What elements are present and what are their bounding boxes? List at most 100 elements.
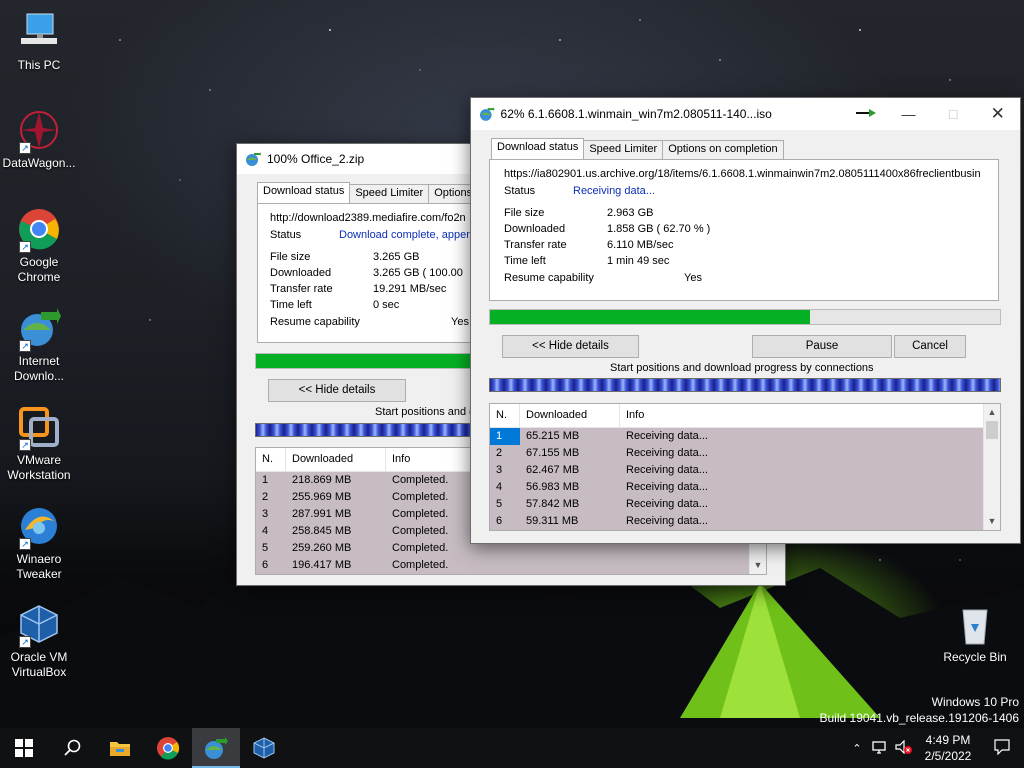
maximize-icon: □ [948,106,958,122]
table-row[interactable]: 3 62.467 MB Receiving data... [490,462,1000,479]
datawagon-icon: ↗ [17,108,61,154]
row-number: 2 [496,447,503,459]
notification-icon [994,738,1010,755]
cancel-button[interactable]: Cancel [894,335,966,358]
connections-label: Start positions and d [375,406,476,418]
watermark-build: Build 19041.vb_release.191206-1406 [819,711,1020,725]
desktop-icon-internet-download-manager[interactable]: ↗ Internet Downlo... [1,306,77,384]
table-row[interactable]: 2 67.155 MB Receiving data... [490,445,1000,462]
file-explorer-icon [110,742,130,756]
network-button[interactable] [868,740,892,757]
tab-download-status[interactable]: Download status [257,182,351,203]
row-downloaded: 56.983 MB [526,481,580,493]
status-label: Status [270,229,302,241]
row-number: 5 [496,498,503,510]
row-downloaded: 218.869 MB [292,474,352,486]
search-icon [64,739,81,756]
scroll-down-icon[interactable]: ▼ [984,513,1000,530]
table-row[interactable]: 6 59.311 MB Receiving data... [490,513,1000,530]
scroll-up-icon[interactable]: ▲ [984,404,1000,421]
shortcut-arrow-icon: ↗ [19,340,31,352]
row-downloaded: 59.311 MB [526,515,579,527]
downloaded-label: Downloaded [270,267,332,279]
connections-table[interactable]: N. Downloaded Info 1 65.215 MB Receiving d… [489,403,1001,531]
file-size-label: File size [504,207,545,219]
desktop-icon-recycle-bin[interactable]: Recycle Bin [937,602,1013,665]
column-header-info[interactable]: Info [620,404,1000,427]
table-row[interactable]: 6 196.417 MB Completed. [256,557,766,574]
progress-fill [490,310,810,324]
virtualbox-icon: ↗ [17,602,61,648]
row-number: 1 [490,428,520,445]
table-body: 1 65.215 MB Receiving data... 2 67.155 MB Rec… [490,428,1000,530]
pause-button[interactable]: Pause [752,335,892,358]
scrollbar-thumb[interactable] [986,421,998,439]
hide-details-button[interactable]: << Hide details [268,379,406,402]
row-number: 5 [262,542,269,554]
desktop-icon-winaero-tweaker[interactable]: ↗ Winaero Tweaker [1,504,77,582]
row-info: Completed. [392,559,449,571]
desktop-icon-vmware-workstation[interactable]: ↗ VMware Workstation [1,405,77,483]
scroll-down-icon[interactable]: ▼ [750,557,766,574]
taskbar-internet-download-manager[interactable] [192,728,240,768]
row-downloaded: 62.467 MB [526,464,580,476]
row-downloaded: 255.969 MB [292,491,352,503]
taskbar-clock[interactable]: 4:49 PM 2/5/2022 [916,732,980,764]
downloaded-label: Downloaded [504,223,566,235]
taskbar-virtualbox[interactable] [240,728,288,768]
show-hidden-icons-button[interactable]: ⌃ [846,742,868,755]
tab-options-on-completion[interactable]: Options on completion [662,140,784,159]
status-panel: https://ia802901.us.archive.org/18/items… [489,159,999,301]
tab-speed-limiter[interactable]: Speed Limiter [349,184,430,203]
recycle-bin-icon [953,602,997,646]
tab-strip: Download status Speed Limiter Options on… [491,138,784,159]
desktop-icon-oracle-vm-virtualbox[interactable]: ↗ Oracle VM VirtualBox [1,602,77,680]
desktop-icon-datawagon[interactable]: ↗ DataWagon... [1,108,77,171]
desktop-icon-this-pc[interactable]: This PC [1,10,77,73]
shortcut-arrow-icon: ↗ [19,538,31,550]
maximize-button[interactable]: □ [931,99,976,129]
column-header-downloaded[interactable]: Downloaded [520,404,620,427]
computer-icon [17,10,61,54]
internet-download-manager-icon: ↗ [17,306,61,352]
column-header-n[interactable]: N. [256,448,286,471]
table-row[interactable]: 4 56.983 MB Receiving data... [490,479,1000,496]
watermark-edition: Windows 10 Pro [931,695,1019,709]
row-info: Receiving data... [626,447,708,459]
vertical-scrollbar[interactable]: ▲ ▼ [983,404,1000,530]
start-button[interactable] [0,728,48,768]
search-button[interactable] [48,728,96,768]
shortcut-arrow-icon: ↗ [19,439,31,451]
download-window-win7-iso[interactable]: 62% 6.1.6608.1.winmain_win7m2.080511-140… [470,97,1021,544]
table-row[interactable]: 5 57.842 MB Receiving data... [490,496,1000,513]
download-arrow-icon [846,107,887,121]
row-downloaded: 65.215 MB [526,430,580,442]
close-button[interactable]: ✕ [975,99,1020,129]
volume-button[interactable] [892,739,916,757]
time-left-value: 1 min 49 sec [607,255,670,267]
column-header-n[interactable]: N. [490,404,520,427]
window-titlebar[interactable]: 62% 6.1.6608.1.winmain_win7m2.080511-140… [471,98,1020,130]
minimize-button[interactable]: — [886,99,931,129]
status-value: Receiving data... [573,185,655,197]
minimize-icon: — [901,106,916,122]
table-header: N. Downloaded Info [490,404,1000,428]
download-progress-bar [489,309,1001,325]
row-info: Receiving data... [626,498,708,510]
download-url: http://download2389.mediafire.com/fo2n [270,212,466,224]
hide-details-button[interactable]: << Hide details [502,335,639,358]
file-size-label: File size [270,251,311,263]
clock-time: 4:49 PM [925,733,971,747]
taskbar-chrome[interactable] [144,728,192,768]
time-left-label: Time left [270,299,312,311]
desktop-icon-google-chrome[interactable]: ↗ Google Chrome [1,207,77,285]
resume-capability-value: Yes [684,272,702,284]
table-row[interactable]: 1 65.215 MB Receiving data... [490,428,1000,445]
column-header-downloaded[interactable]: Downloaded [286,448,386,471]
tab-download-status[interactable]: Download status [491,138,585,159]
vmware-icon: ↗ [17,405,61,451]
action-center-button[interactable] [980,738,1024,758]
internet-download-manager-icon [246,152,261,166]
taskbar-file-explorer[interactable] [96,728,144,768]
tab-speed-limiter[interactable]: Speed Limiter [583,140,664,159]
